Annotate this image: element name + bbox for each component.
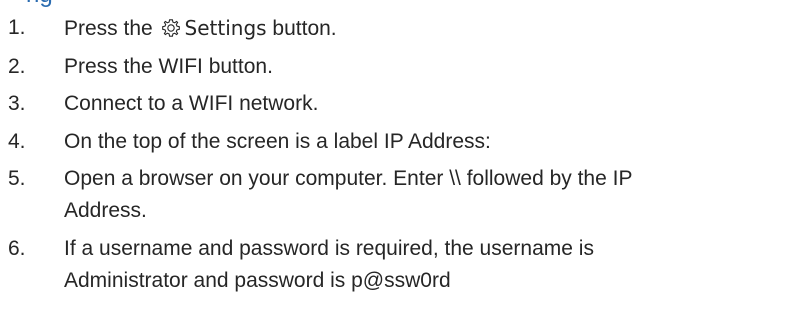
step-number: 1. <box>8 16 26 39</box>
steps-list: 1. Press the Settings button. 2. Press t… <box>8 12 788 302</box>
step-text-line-2: Administrator and password is p@ssw0rd <box>64 268 451 292</box>
step-text-line-1: If a username and password is required, … <box>64 236 594 260</box>
step-text: Press the <box>64 17 159 40</box>
step-number: 3. <box>8 92 26 115</box>
step-text: On the top of the screen is a label IP A… <box>64 129 491 153</box>
step-number: 6. <box>8 236 26 260</box>
step-1: 1. Press the Settings button. <box>8 12 788 45</box>
step-number: 5. <box>8 167 26 190</box>
step-5: 5. Open a browser on your computer. Ente… <box>8 163 788 227</box>
step-6: 6. If a username and password is require… <box>8 233 788 297</box>
step-text-line-2: Address. <box>64 199 147 222</box>
gear-icon <box>161 18 181 38</box>
step-text-line-1: Open a browser on your computer. Enter \… <box>64 167 633 190</box>
instructions-page: ng 1. Press the Settings button. 2. Pres… <box>0 0 799 309</box>
step-text-end: button. <box>266 17 337 40</box>
step-text: Connect to a WIFI network. <box>64 92 319 115</box>
step-2: 2. Press the WIFI button. <box>8 51 788 83</box>
settings-label: Settings <box>184 16 267 40</box>
step-3: 3. Connect to a WIFI network. <box>8 88 788 120</box>
step-text: Press the WIFI button. <box>64 54 273 78</box>
section-heading: ng <box>26 0 53 8</box>
step-number: 2. <box>8 54 26 78</box>
step-4: 4. On the top of the screen is a label I… <box>8 126 788 158</box>
step-number: 4. <box>8 129 26 153</box>
